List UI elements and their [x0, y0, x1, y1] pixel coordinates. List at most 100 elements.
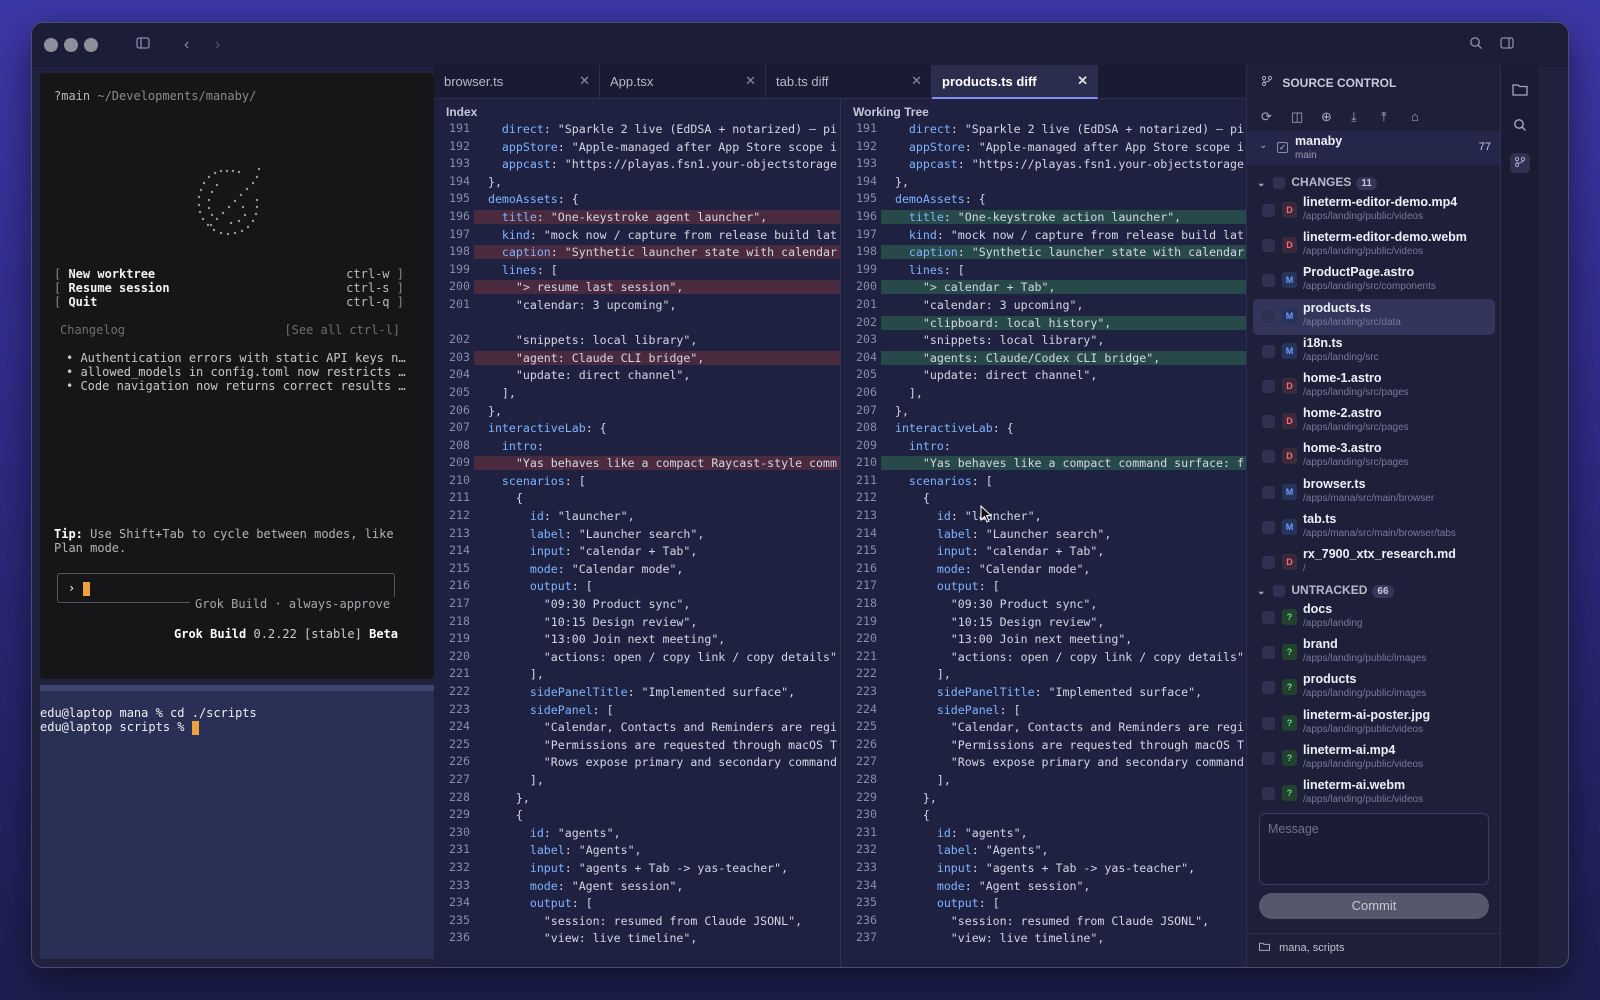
- code-line[interactable]: 195 demoAssets: {: [841, 191, 1246, 209]
- added-code-line[interactable]: 200 "> calendar + Tab",: [841, 279, 1246, 297]
- code-line[interactable]: 235 "session: resumed from Claude JSONL"…: [434, 913, 840, 931]
- tab-browser-ts[interactable]: browser.ts ✕: [434, 65, 600, 99]
- code-line[interactable]: [434, 315, 840, 333]
- code-line[interactable]: 201 "calendar: 3 upcoming",: [434, 297, 840, 315]
- code-line[interactable]: 232 input: "agents + Tab -> yas-teacher"…: [434, 860, 840, 878]
- chevron-down-icon[interactable]: ⌄: [1257, 178, 1265, 189]
- deleted-code-line[interactable]: 203 "agent: Claude CLI bridge",: [434, 350, 840, 368]
- code-line[interactable]: 228 ],: [841, 772, 1246, 790]
- file-row[interactable]: Mproducts.ts/apps/landing/src/data: [1253, 298, 1495, 335]
- code-line[interactable]: 223 sidePanelTitle: "Implemented surface…: [841, 684, 1246, 702]
- added-code-line[interactable]: 204 "agents: Claude/Codex CLI bridge",: [841, 350, 1246, 368]
- code-line[interactable]: 230 {: [841, 807, 1246, 825]
- code-line[interactable]: 227 "Rows expose primary and secondary c…: [841, 754, 1246, 772]
- file-row[interactable]: ? products/apps/landing/public/images: [1253, 670, 1495, 706]
- file-row[interactable]: M ProductPage.astro/apps/landing/src/comp…: [1253, 263, 1495, 299]
- added-code-line[interactable]: 196 title: "One-keystroke action launche…: [841, 209, 1246, 227]
- back-arrow-icon[interactable]: ‹: [184, 36, 189, 54]
- code-line[interactable]: 197 kind: "mock now / capture from relea…: [841, 227, 1246, 245]
- code-line[interactable]: 205 ],: [434, 385, 840, 403]
- chevron-down-icon[interactable]: ⌄: [1259, 140, 1267, 151]
- code-line[interactable]: 208 intro:: [434, 438, 840, 456]
- changes-section-header[interactable]: ⌄ CHANGES 11: [1257, 175, 1377, 190]
- menu-item-new-worktree[interactable]: [ New worktree ctrl-w ]: [54, 267, 404, 281]
- code-line[interactable]: 194 },: [841, 174, 1246, 192]
- code-line[interactable]: 223 sidePanel: [: [434, 702, 840, 720]
- repository-row[interactable]: ⌄ ✓ manaby main 77: [1247, 131, 1501, 165]
- code-line[interactable]: 217 output: [: [841, 578, 1246, 596]
- file-checkbox[interactable]: [1262, 681, 1275, 695]
- push-icon[interactable]: ⤒: [1381, 109, 1387, 125]
- code-line[interactable]: 218 "09:30 Product sync",: [841, 596, 1246, 614]
- deleted-code-line[interactable]: 198 caption: "Synthetic launcher state w…: [434, 244, 840, 262]
- refresh-icon[interactable]: ⟳: [1261, 109, 1272, 125]
- code-line[interactable]: 213 label: "Launcher search",: [434, 526, 840, 544]
- code-line[interactable]: 192 appStore: "Apple-managed after App S…: [434, 139, 840, 157]
- untracked-section-header[interactable]: ⌄ UNTRACKED 66: [1257, 583, 1394, 598]
- code-line[interactable]: 191 direct: "Sparkle 2 live (EdDSA + not…: [841, 121, 1246, 139]
- code-line[interactable]: 211 scenarios: [: [841, 473, 1246, 491]
- code-line[interactable]: 224 "Calendar, Contacts and Reminders ar…: [434, 719, 840, 737]
- file-checkbox[interactable]: [1262, 646, 1275, 660]
- code-line[interactable]: 215 input: "calendar + Tab",: [841, 543, 1246, 561]
- code-line[interactable]: 229 {: [434, 807, 840, 825]
- commit-button[interactable]: Commit: [1259, 893, 1489, 919]
- code-line[interactable]: 199 lines: [: [841, 262, 1246, 280]
- code-line[interactable]: 215 mode: "Calendar mode",: [434, 561, 840, 579]
- search-icon[interactable]: [1510, 117, 1530, 137]
- code-line[interactable]: 202 "snippets: local library",: [434, 332, 840, 350]
- added-code-line[interactable]: 202 "clipboard: local history",: [841, 315, 1246, 333]
- code-line[interactable]: 225 "Calendar, Contacts and Reminders ar…: [841, 719, 1246, 737]
- chevron-down-icon[interactable]: ⌄: [1257, 586, 1265, 597]
- forward-arrow-icon[interactable]: ›: [215, 36, 220, 54]
- file-row[interactable]: ? brand/apps/landing/public/images: [1253, 635, 1495, 671]
- file-row[interactable]: Mtab.ts/apps/mana/src/main/browser/tabs: [1253, 510, 1495, 546]
- file-checkbox[interactable]: [1262, 239, 1275, 253]
- repo-checkbox[interactable]: ✓: [1277, 142, 1288, 153]
- code-line[interactable]: 227 ],: [434, 772, 840, 790]
- code-line[interactable]: 236 "view: live timeline",: [434, 930, 840, 948]
- working-tree-pane[interactable]: Working Tree 191 direct: "Sparkle 2 live…: [841, 99, 1246, 967]
- menu-item-resume-session[interactable]: [ Resume session ctrl-s ]: [54, 281, 404, 295]
- folder-icon[interactable]: [1510, 81, 1530, 101]
- file-row[interactable]: Mi18n.ts/apps/landing/src: [1253, 334, 1495, 370]
- code-line[interactable]: 237 "view: live timeline",: [841, 930, 1246, 948]
- added-code-line[interactable]: 210 "Yas behaves like a compact command …: [841, 455, 1246, 473]
- close-tab-icon[interactable]: ✕: [911, 73, 922, 89]
- code-line[interactable]: 220 "13:00 Join next meeting",: [841, 631, 1246, 649]
- file-row[interactable]: ? lineterm-ai-poster.jpg/apps/landing/pub…: [1253, 706, 1495, 742]
- code-line[interactable]: 234 mode: "Agent session",: [841, 878, 1246, 896]
- file-checkbox[interactable]: [1262, 274, 1275, 288]
- code-line[interactable]: 210 scenarios: [: [434, 473, 840, 491]
- file-row[interactable]: ? lineterm-ai.webm/apps/landing/public/vi…: [1253, 776, 1495, 812]
- code-line[interactable]: 231 label: "Agents",: [434, 842, 840, 860]
- see-all-changelog-link[interactable]: [See all ctrl-l]: [284, 323, 400, 337]
- file-checkbox[interactable]: [1262, 204, 1275, 217]
- deleted-code-line[interactable]: 209 "Yas behaves like a compact Raycast-…: [434, 455, 840, 473]
- code-line[interactable]: 192 appStore: "Apple-managed after App S…: [841, 139, 1246, 157]
- code-line[interactable]: 226 "Rows expose primary and secondary c…: [434, 754, 840, 772]
- tab-app-tsx[interactable]: App.tsx ✕: [600, 65, 766, 99]
- code-line[interactable]: 229 },: [841, 790, 1246, 808]
- file-row[interactable]: Dhome-2.astro/apps/landing/src/pages: [1253, 404, 1495, 440]
- code-line[interactable]: 235 output: [: [841, 895, 1246, 913]
- file-checkbox[interactable]: [1262, 415, 1275, 429]
- code-line[interactable]: 225 "Permissions are requested through m…: [434, 737, 840, 755]
- index-pane[interactable]: Index 191 direct: "Sparkle 2 live (EdDSA…: [434, 99, 840, 967]
- stash-icon[interactable]: ⌂: [1411, 109, 1419, 124]
- file-row[interactable]: Mbrowser.ts/apps/mana/src/main/browser: [1253, 475, 1495, 511]
- sidebar-toggle-icon[interactable]: [136, 36, 150, 55]
- code-line[interactable]: 193 appcast: "https://playas.fsn1.your-o…: [841, 156, 1246, 174]
- tab-products-ts-diff[interactable]: products.ts diff ✕: [932, 65, 1098, 99]
- deleted-code-line[interactable]: 196 title: "One-keystroke agent launcher…: [434, 209, 840, 227]
- code-line[interactable]: 217 "09:30 Product sync",: [434, 596, 840, 614]
- code-line[interactable]: 207 interactiveLab: {: [434, 420, 840, 438]
- code-line[interactable]: 201 "calendar: 3 upcoming",: [841, 297, 1246, 315]
- fetch-icon[interactable]: ⊕: [1321, 109, 1332, 125]
- file-checkbox[interactable]: [1262, 485, 1275, 499]
- code-line[interactable]: 219 "10:15 Design review",: [841, 614, 1246, 632]
- code-line[interactable]: 195 demoAssets: {: [434, 191, 840, 209]
- minimize-window-button[interactable]: [64, 38, 78, 52]
- code-line[interactable]: 230 id: "agents",: [434, 825, 840, 843]
- close-tab-icon[interactable]: ✕: [745, 73, 756, 89]
